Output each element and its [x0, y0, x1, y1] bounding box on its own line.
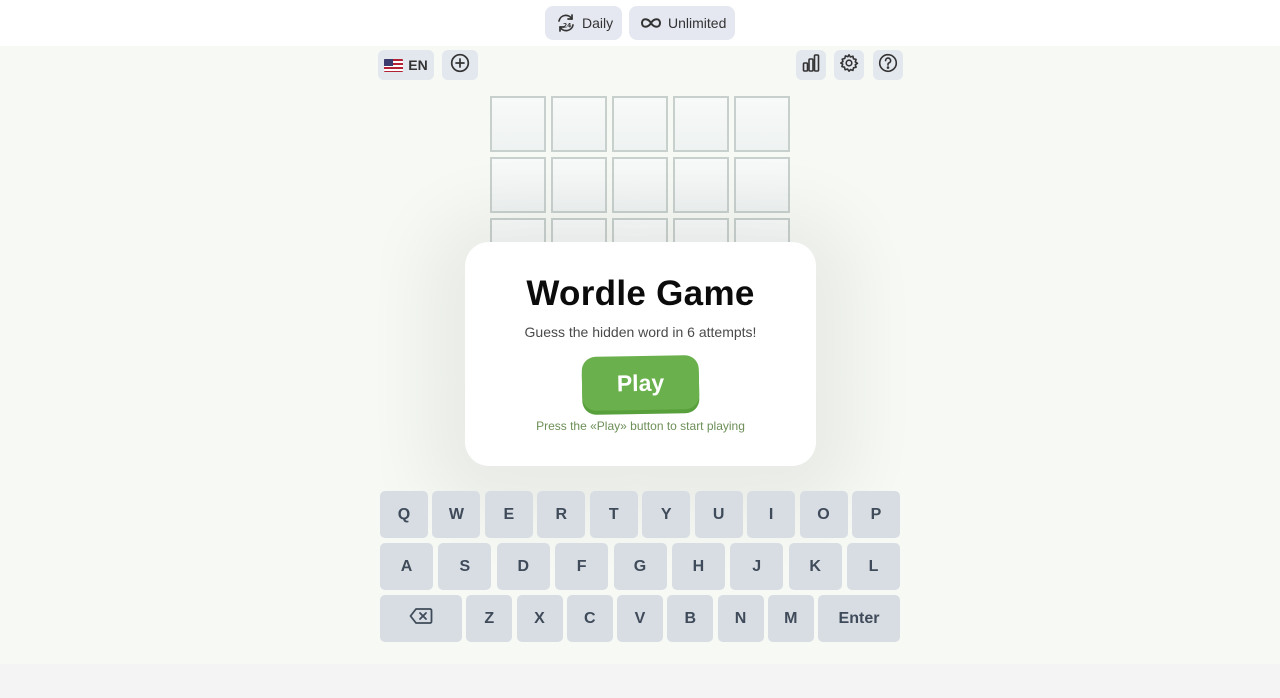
- key-i[interactable]: I: [747, 491, 796, 538]
- letter-tile: [734, 157, 790, 213]
- infinity-icon: [640, 16, 662, 30]
- key-s[interactable]: S: [438, 543, 492, 590]
- letter-tile: [673, 157, 729, 213]
- start-dialog: Wordle Game Guess the hidden word in 6 a…: [465, 242, 816, 466]
- daily-mode-label: Daily: [582, 15, 614, 31]
- key-h[interactable]: H: [671, 543, 725, 590]
- grid-row: [490, 157, 792, 213]
- letter-tile: [612, 157, 668, 213]
- play-button[interactable]: Play: [581, 354, 700, 412]
- key-d[interactable]: D: [496, 543, 550, 590]
- mode-bar: 24 Daily Unlimited: [0, 0, 1280, 46]
- backspace-key[interactable]: [380, 595, 462, 642]
- letter-tile: [490, 96, 546, 152]
- svg-text:24: 24: [563, 23, 571, 30]
- dialog-hint: Press the «Play» button to start playing: [536, 419, 745, 433]
- language-button[interactable]: EN: [378, 50, 434, 80]
- bar-chart-icon: [801, 53, 821, 78]
- letter-tile: [490, 157, 546, 213]
- key-j[interactable]: J: [730, 543, 784, 590]
- enter-key[interactable]: Enter: [818, 595, 900, 642]
- key-v[interactable]: V: [617, 595, 663, 642]
- unlimited-mode-label: Unlimited: [668, 15, 727, 31]
- key-c[interactable]: C: [566, 595, 613, 642]
- key-f[interactable]: F: [555, 543, 609, 590]
- key-o[interactable]: O: [799, 491, 848, 538]
- key-z[interactable]: Z: [466, 595, 513, 642]
- key-t[interactable]: T: [589, 491, 638, 538]
- footer-strip: [0, 664, 1280, 698]
- key-m[interactable]: M: [767, 595, 814, 642]
- language-code: EN: [408, 57, 428, 73]
- letter-tile: [612, 96, 668, 152]
- key-a[interactable]: A: [380, 543, 433, 590]
- key-u[interactable]: U: [694, 491, 743, 538]
- backspace-icon: [409, 607, 433, 630]
- statistics-button[interactable]: [796, 50, 826, 80]
- unlimited-mode-button[interactable]: Unlimited: [629, 6, 735, 40]
- key-e[interactable]: E: [484, 491, 533, 538]
- key-k[interactable]: K: [788, 543, 842, 590]
- dialog-title: Wordle Game: [526, 274, 755, 313]
- grid-row: [490, 96, 792, 152]
- letter-tile: [673, 96, 729, 152]
- key-n[interactable]: N: [717, 595, 764, 642]
- settings-button[interactable]: [834, 50, 864, 80]
- keyboard-row-2: ASDFGHJKL: [380, 543, 900, 590]
- on-screen-keyboard: QWERTYUIOP ASDFGHJKL Z X C V B N M Enter: [380, 491, 900, 647]
- plus-circle-icon: [450, 53, 470, 78]
- letter-tile: [551, 157, 607, 213]
- gear-icon: [839, 53, 859, 78]
- refresh-24-icon: 24: [556, 13, 576, 33]
- letter-tile: [551, 96, 607, 152]
- key-l[interactable]: L: [847, 543, 900, 590]
- keyboard-row-1: QWERTYUIOP: [380, 491, 900, 538]
- game-area: EN Wordle Game Guess the hidden word in …: [0, 46, 1280, 664]
- help-circle-icon: [878, 53, 898, 78]
- help-button[interactable]: [873, 50, 903, 80]
- key-g[interactable]: G: [613, 543, 667, 590]
- us-flag-icon: [384, 58, 404, 72]
- keyboard-row-3: Z X C V B N M Enter: [380, 595, 900, 642]
- key-q[interactable]: Q: [380, 491, 428, 538]
- key-p[interactable]: P: [851, 491, 900, 538]
- key-x[interactable]: X: [516, 595, 563, 642]
- key-b[interactable]: B: [667, 595, 714, 642]
- key-y[interactable]: Y: [642, 491, 691, 538]
- key-r[interactable]: R: [537, 491, 586, 538]
- daily-mode-button[interactable]: 24 Daily: [545, 6, 622, 40]
- letter-tile: [734, 96, 790, 152]
- add-button[interactable]: [442, 50, 478, 80]
- key-w[interactable]: W: [432, 491, 481, 538]
- dialog-subtitle: Guess the hidden word in 6 attempts!: [524, 324, 757, 340]
